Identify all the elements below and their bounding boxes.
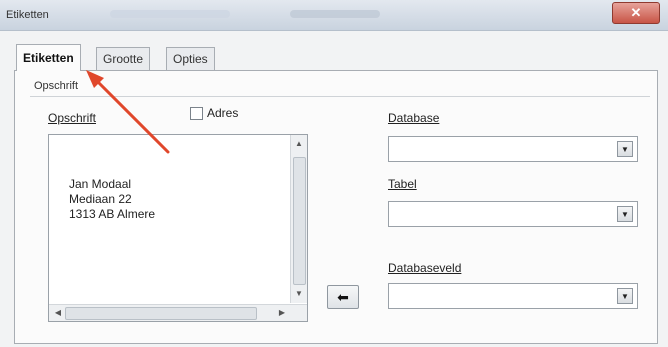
inscription-line: Mediaan 22 <box>69 192 132 206</box>
horizontal-scroll-thumb[interactable] <box>65 307 257 320</box>
title-blur-region <box>110 10 230 18</box>
address-checkbox-row[interactable]: Adres <box>190 106 238 120</box>
scroll-up-icon[interactable]: ▲ <box>291 137 307 151</box>
chevron-down-icon[interactable]: ▼ <box>617 206 633 222</box>
scroll-right-icon[interactable]: ▶ <box>275 305 289 321</box>
address-checkbox[interactable] <box>190 106 203 120</box>
vertical-scrollbar[interactable]: ▲ ▼ <box>290 135 307 303</box>
inscription-label: Opschrift <box>48 111 97 125</box>
tab-etiketten[interactable]: Etiketten <box>16 44 81 71</box>
group-divider <box>30 96 650 97</box>
chevron-down-icon[interactable]: ▼ <box>617 288 633 304</box>
arrow-left-icon: ⬅ <box>337 288 349 305</box>
chevron-down-icon[interactable]: ▼ <box>617 141 633 157</box>
tab-opties[interactable]: Opties <box>166 47 215 70</box>
scroll-left-icon[interactable]: ◀ <box>51 305 65 321</box>
title-bar: Etiketten ✕ <box>0 0 668 31</box>
database-label: Database <box>388 111 440 125</box>
close-icon: ✕ <box>630 5 642 20</box>
scroll-down-icon[interactable]: ▼ <box>291 287 307 301</box>
window-title: Etiketten <box>6 9 49 21</box>
insert-field-button[interactable]: ⬅ <box>327 285 359 309</box>
database-field-select[interactable]: ▼ <box>388 283 638 309</box>
inscription-line: 1313 AB Almere <box>69 207 156 221</box>
table-label: Tabel <box>388 177 417 191</box>
database-field-label: Databaseveld <box>388 261 462 275</box>
tab-grootte[interactable]: Grootte <box>96 47 151 70</box>
horizontal-scrollbar[interactable]: ◀ ▶ <box>49 304 307 321</box>
title-blur-region-2 <box>290 10 380 18</box>
database-select[interactable]: ▼ <box>388 136 638 162</box>
inscription-line: Jan Modaal <box>69 177 132 191</box>
address-checkbox-label: Adres <box>207 106 239 120</box>
group-title: Opschrift <box>34 80 79 92</box>
vertical-scroll-thumb[interactable] <box>293 157 306 285</box>
inscription-textarea[interactable]: Jan Modaal Mediaan 22 1313 AB Almere ▲ ▼… <box>48 134 308 322</box>
close-button[interactable]: ✕ <box>612 2 660 24</box>
table-select[interactable]: ▼ <box>388 201 638 227</box>
